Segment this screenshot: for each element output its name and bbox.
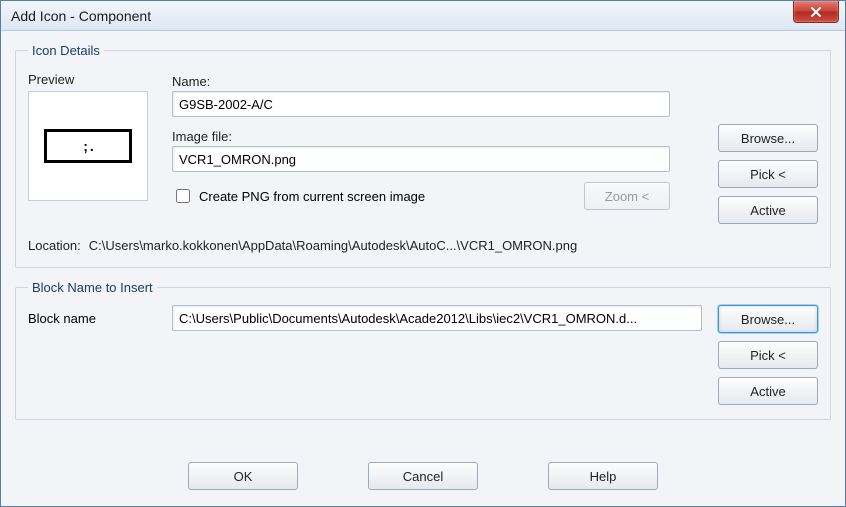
- create-png-checkbox[interactable]: [176, 189, 190, 203]
- block-name-legend: Block Name to Insert: [28, 280, 157, 295]
- name-input[interactable]: [172, 91, 670, 117]
- create-png-label: Create PNG from current screen image: [199, 189, 425, 204]
- image-browse-button[interactable]: Browse...: [718, 124, 818, 152]
- image-active-button[interactable]: Active: [718, 196, 818, 224]
- help-button[interactable]: Help: [548, 462, 658, 490]
- preview-column: Preview ; .: [28, 68, 158, 224]
- preview-image: ; .: [44, 129, 132, 163]
- zoom-button[interactable]: Zoom <: [584, 182, 670, 210]
- location-label: Location:: [28, 238, 81, 253]
- preview-label: Preview: [28, 72, 158, 87]
- image-file-input[interactable]: [172, 146, 670, 172]
- image-file-label: Image file:: [172, 129, 704, 144]
- block-browse-button[interactable]: Browse...: [718, 305, 818, 333]
- close-icon: [810, 6, 822, 18]
- window-title: Add Icon - Component: [11, 8, 151, 24]
- block-active-button[interactable]: Active: [718, 377, 818, 405]
- block-pick-button[interactable]: Pick <: [718, 341, 818, 369]
- client-area: Icon Details Preview ; . Name: Image fil…: [1, 31, 845, 506]
- preview-box: ; .: [28, 91, 148, 201]
- block-name-input[interactable]: [172, 305, 702, 331]
- ok-button[interactable]: OK: [188, 462, 298, 490]
- dialog-window: Add Icon - Component Icon Details Previe…: [0, 0, 846, 507]
- name-label: Name:: [172, 74, 704, 89]
- cancel-button[interactable]: Cancel: [368, 462, 478, 490]
- image-pick-button[interactable]: Pick <: [718, 160, 818, 188]
- create-png-row: Create PNG from current screen image: [172, 186, 425, 206]
- icon-details-legend: Icon Details: [28, 43, 104, 58]
- block-name-group: Block Name to Insert Block name Browse..…: [15, 280, 831, 420]
- close-button[interactable]: [793, 1, 839, 23]
- block-name-label: Block name: [28, 305, 158, 326]
- titlebar: Add Icon - Component: [1, 1, 845, 31]
- icon-details-group: Icon Details Preview ; . Name: Image fil…: [15, 43, 831, 268]
- dialog-footer: OK Cancel Help: [15, 462, 831, 496]
- location-row: Location: C:\Users\marko.kokkonen\AppDat…: [28, 238, 818, 253]
- location-value: C:\Users\marko.kokkonen\AppData\Roaming\…: [89, 238, 577, 253]
